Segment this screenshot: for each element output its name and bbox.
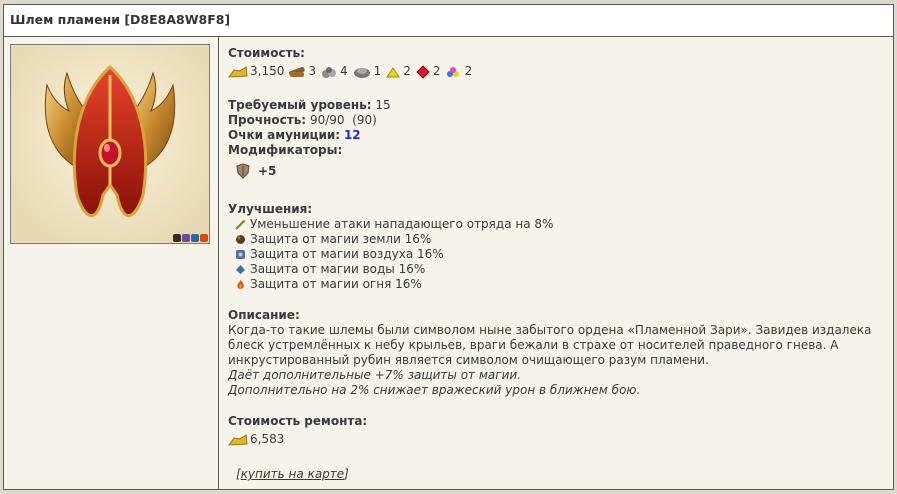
upgrade-item: Уменьшение атаки нападающего отряда на 8… — [228, 217, 553, 232]
image-column — [4, 36, 219, 489]
fire-icon — [237, 280, 244, 289]
title-bar: Шлем пламени [D8E8A8W8F8] — [4, 5, 893, 37]
crystal-icon — [416, 64, 430, 79]
buy-on-map-link[interactable]: купить на карте — [241, 467, 344, 481]
water-icon — [236, 265, 245, 274]
item-panel: Шлем пламени [D8E8A8W8F8] Стоимость: 3,1… — [3, 4, 894, 490]
item-title: Шлем пламени [D8E8A8W8F8] — [10, 12, 231, 27]
cost-mercury: 1 — [352, 64, 381, 79]
upgrade-item: Защита от магии воздуха 16% — [228, 247, 553, 262]
helmet-image — [10, 44, 210, 244]
water-mini-icon — [191, 234, 199, 242]
upgrade-item: Защита от магии земли 16% — [228, 232, 553, 247]
cost-label: Стоимость: — [228, 46, 305, 60]
repair-label: Стоимость ремонта: — [228, 414, 368, 428]
gold-icon — [228, 433, 248, 446]
description-label: Описание: — [228, 308, 300, 322]
helmet-illustration — [11, 45, 209, 243]
description-bonus-melee: Дополнительно на 2% снижает вражеский ур… — [228, 383, 641, 397]
gold-icon — [228, 65, 248, 78]
air-mini-icon — [182, 234, 190, 242]
buy-on-map: [купить на карте] — [236, 467, 349, 481]
fire-mini-icon — [200, 234, 208, 242]
level-row: Требуемый уровень: 15 — [228, 98, 391, 112]
durability-row: Прочность: 90/90 (90) — [228, 113, 377, 127]
ore-icon — [322, 66, 336, 78]
upgrade-item: Защита от магии огня 16% — [228, 277, 553, 292]
sulfur-icon — [386, 66, 401, 77]
ammo-row: Очки амуниции: 12 — [228, 128, 361, 142]
wood-icon — [289, 66, 305, 77]
cost-ore: 4 — [320, 64, 348, 79]
details-column: Стоимость: 3,150 3 4 1 2 2 2 Требуемый у… — [228, 36, 887, 489]
cost-gems: 2 — [445, 64, 472, 79]
cost-line: 3,150 3 4 1 2 2 2 — [228, 64, 476, 79]
cost-wood: 3 — [288, 64, 316, 79]
gems-icon — [446, 66, 459, 77]
air-icon — [236, 250, 245, 259]
element-mini-icons — [173, 234, 208, 242]
modifier-row: +5 — [236, 163, 276, 179]
upgrades-list: Уменьшение атаки нападающего отряда на 8… — [228, 217, 553, 292]
earth-mini-icon — [173, 234, 181, 242]
shield-icon — [236, 163, 250, 179]
cost-sulfur: 2 — [385, 64, 411, 79]
cost-crystal: 2 — [415, 64, 441, 79]
upgrade-item: Защита от магии воды 16% — [228, 262, 553, 277]
earth-icon — [236, 235, 245, 244]
attack-reduction-icon — [235, 220, 245, 230]
description-bonus-magic: Даёт дополнительные +7% защиты от магии. — [228, 368, 521, 382]
modifiers-label: Модификаторы: — [228, 143, 343, 157]
mercury-icon — [353, 67, 370, 78]
cost-gold: 3,150 — [228, 64, 284, 79]
description-text: Когда-то такие шлемы были символом ныне … — [228, 323, 872, 367]
upgrades-label: Улучшения: — [228, 202, 313, 216]
repair-cost: 6,583 — [228, 432, 284, 447]
